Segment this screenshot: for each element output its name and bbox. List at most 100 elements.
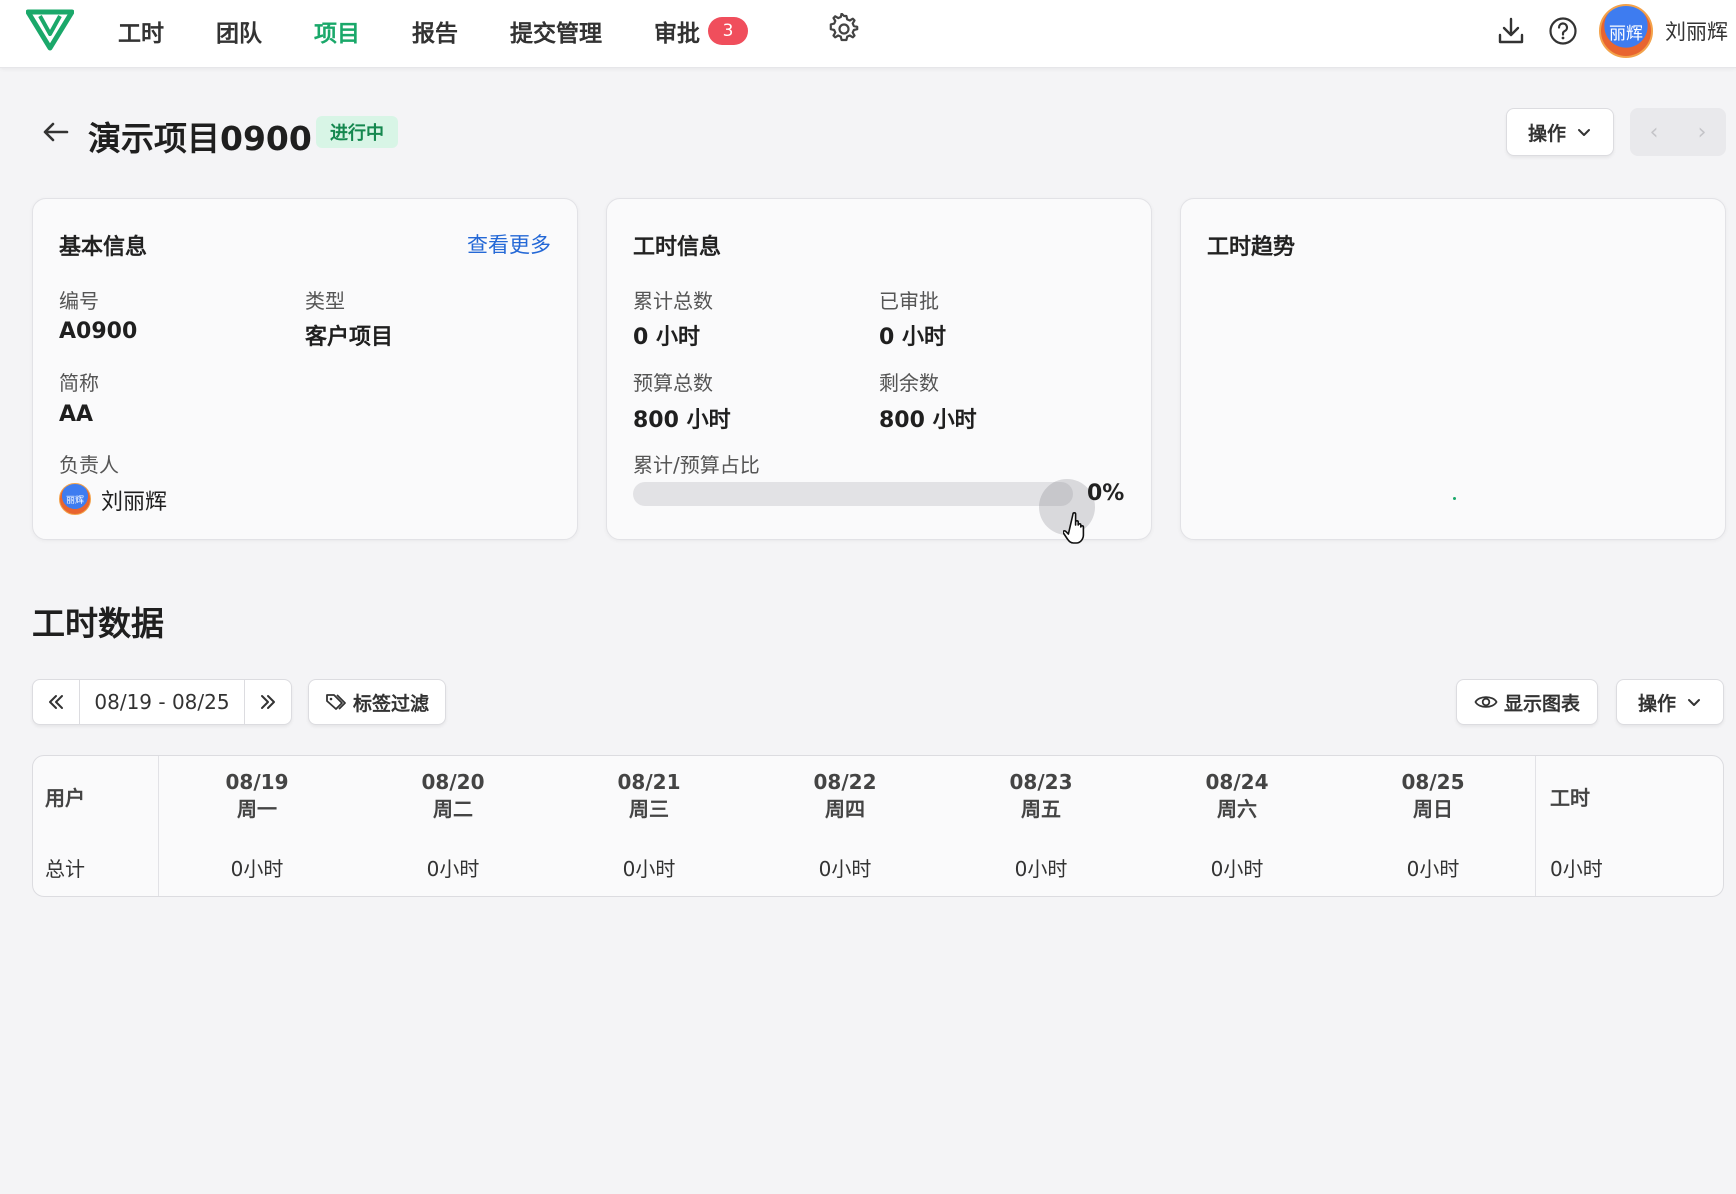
tag-filter-button[interactable]: 标签过滤 <box>308 679 446 725</box>
double-chevron-right-icon[interactable] <box>245 680 291 724</box>
table-cell[interactable]: 0小时 <box>551 836 747 896</box>
user-avatar[interactable]: 丽辉 <box>1599 4 1653 58</box>
hours-data-title: 工时数据 <box>32 604 164 643</box>
top-right-tools: 丽辉 刘丽辉 <box>1495 0 1736 62</box>
table-cell[interactable]: 0小时 <box>747 836 943 896</box>
approved-hours-value: 0 小时 <box>879 325 946 350</box>
page-title: 演示项目0900 <box>88 119 312 158</box>
help-circle-icon[interactable] <box>1547 15 1579 47</box>
chevron-down-icon <box>1578 129 1590 136</box>
day-date: 08/25 <box>1401 770 1465 794</box>
total-row-value: 0小时 <box>1535 836 1723 896</box>
user-column-header: 用户 <box>33 756 159 836</box>
hours-info-title: 工时信息 <box>633 235 722 260</box>
hours-data-table: 用户 08/19 周一 08/20 周二 08/21 周三 08/22 周四 0… <box>32 755 1724 897</box>
budget-progress-bar <box>633 482 1073 506</box>
basic-info-card: 基本信息 查看更多 编号 A0900 类型 客户项目 简称 AA 负责人 丽辉 … <box>32 198 578 540</box>
chevron-left-icon[interactable]: ‹ <box>1650 120 1659 145</box>
day-column-header: 08/20 周二 <box>355 756 551 836</box>
app-logo-icon[interactable] <box>26 8 74 52</box>
day-date: 08/23 <box>1009 770 1073 794</box>
view-more-link[interactable]: 查看更多 <box>467 229 551 259</box>
ratio-label: 累计/预算占比 <box>633 453 760 477</box>
short-name-value: AA <box>59 402 94 427</box>
nav-item-reports[interactable]: 报告 <box>412 14 458 48</box>
nav-item-approvals-label: 审批 <box>654 21 700 47</box>
type-label: 类型 <box>305 289 345 313</box>
download-icon[interactable] <box>1495 15 1527 47</box>
tag-icon <box>326 694 346 710</box>
show-chart-button[interactable]: 显示图表 <box>1456 679 1598 725</box>
operations-label: 操作 <box>1527 122 1566 145</box>
hand-pointer-icon <box>1063 512 1085 544</box>
approvals-count-badge: 3 <box>708 17 748 45</box>
day-date: 08/20 <box>421 770 485 794</box>
chevron-right-icon[interactable]: › <box>1698 120 1707 145</box>
type-value: 客户项目 <box>305 325 394 350</box>
total-column-header: 工时 <box>1535 756 1723 836</box>
budget-hours-label: 预算总数 <box>633 371 713 395</box>
show-chart-label: 显示图表 <box>1503 692 1580 715</box>
operations-dropdown-button[interactable]: 操作 <box>1506 108 1614 156</box>
double-chevron-left-icon[interactable] <box>33 680 79 724</box>
ratio-value: 0% <box>1087 481 1125 506</box>
table-cell[interactable]: 0小时 <box>1335 836 1531 896</box>
day-column-header: 08/19 周一 <box>159 756 355 836</box>
total-hours-value: 0 小时 <box>633 325 700 350</box>
hours-info-card: 工时信息 累计总数 0 小时 已审批 0 小时 预算总数 800 小时 剩余数 … <box>606 198 1152 544</box>
day-column-header: 08/23 周五 <box>943 756 1139 836</box>
user-name[interactable]: 刘丽辉 <box>1665 16 1728 46</box>
owner-name: 刘丽辉 <box>101 490 168 515</box>
date-range-navigator: 08/19 - 08/25 <box>32 679 292 725</box>
remaining-hours-value: 800 小时 <box>879 408 977 433</box>
table-cell[interactable]: 0小时 <box>1139 836 1335 896</box>
nav-item-hours[interactable]: 工时 <box>118 14 164 48</box>
budget-hours-value: 800 小时 <box>633 408 731 433</box>
table-cell[interactable]: 0小时 <box>355 836 551 896</box>
status-badge: 进行中 <box>316 116 398 148</box>
day-column-header: 08/22 周四 <box>747 756 943 836</box>
main-nav: 工时 团队 项目 报告 提交管理 审批 3 <box>118 0 800 62</box>
day-column-header: 08/25 周日 <box>1335 756 1531 836</box>
short-name-label: 简称 <box>59 371 99 395</box>
code-label: 编号 <box>59 289 99 313</box>
day-date: 08/21 <box>617 770 681 794</box>
owner-label: 负责人 <box>59 453 119 477</box>
day-weekday: 周三 <box>629 797 669 821</box>
day-weekday: 周四 <box>825 797 865 821</box>
day-weekday: 周六 <box>1217 797 1257 821</box>
remaining-hours-label: 剩余数 <box>879 371 939 395</box>
day-weekday: 周一 <box>237 797 277 821</box>
owner-avatar: 丽辉 <box>59 483 91 515</box>
arrow-left-icon[interactable] <box>40 116 72 148</box>
hours-trend-card: 工时趋势 <box>1180 198 1726 540</box>
day-date: 08/19 <box>225 770 289 794</box>
total-hours-label: 累计总数 <box>633 289 713 313</box>
day-column-header: 08/24 周六 <box>1139 756 1335 836</box>
eye-icon <box>1474 696 1498 708</box>
table-cell[interactable]: 0小时 <box>159 836 355 896</box>
data-operations-label: 操作 <box>1637 692 1676 715</box>
day-column-header: 08/21 周三 <box>551 756 747 836</box>
hours-trend-title: 工时趋势 <box>1207 235 1296 260</box>
table-cell[interactable]: 0小时 <box>943 836 1139 896</box>
day-date: 08/22 <box>813 770 877 794</box>
day-weekday: 周五 <box>1021 797 1061 821</box>
chevron-down-icon <box>1688 699 1700 706</box>
code-value: A0900 <box>59 319 138 344</box>
gear-icon[interactable] <box>828 13 860 45</box>
nav-item-submissions[interactable]: 提交管理 <box>510 14 602 48</box>
data-operations-dropdown-button[interactable]: 操作 <box>1616 679 1724 725</box>
approved-hours-label: 已审批 <box>879 289 939 313</box>
day-weekday: 周日 <box>1413 797 1453 821</box>
nav-item-approvals[interactable]: 审批 3 <box>654 14 748 48</box>
day-date: 08/24 <box>1205 770 1269 794</box>
nav-item-team[interactable]: 团队 <box>216 14 262 48</box>
basic-info-title: 基本信息 <box>59 235 148 260</box>
date-range-label[interactable]: 08/19 - 08/25 <box>79 680 245 724</box>
nav-item-projects[interactable]: 项目 <box>314 14 360 48</box>
day-weekday: 周二 <box>433 797 473 821</box>
trend-chart-point <box>1453 497 1456 500</box>
tag-filter-label: 标签过滤 <box>352 692 429 715</box>
project-pager: ‹ › <box>1630 108 1726 156</box>
